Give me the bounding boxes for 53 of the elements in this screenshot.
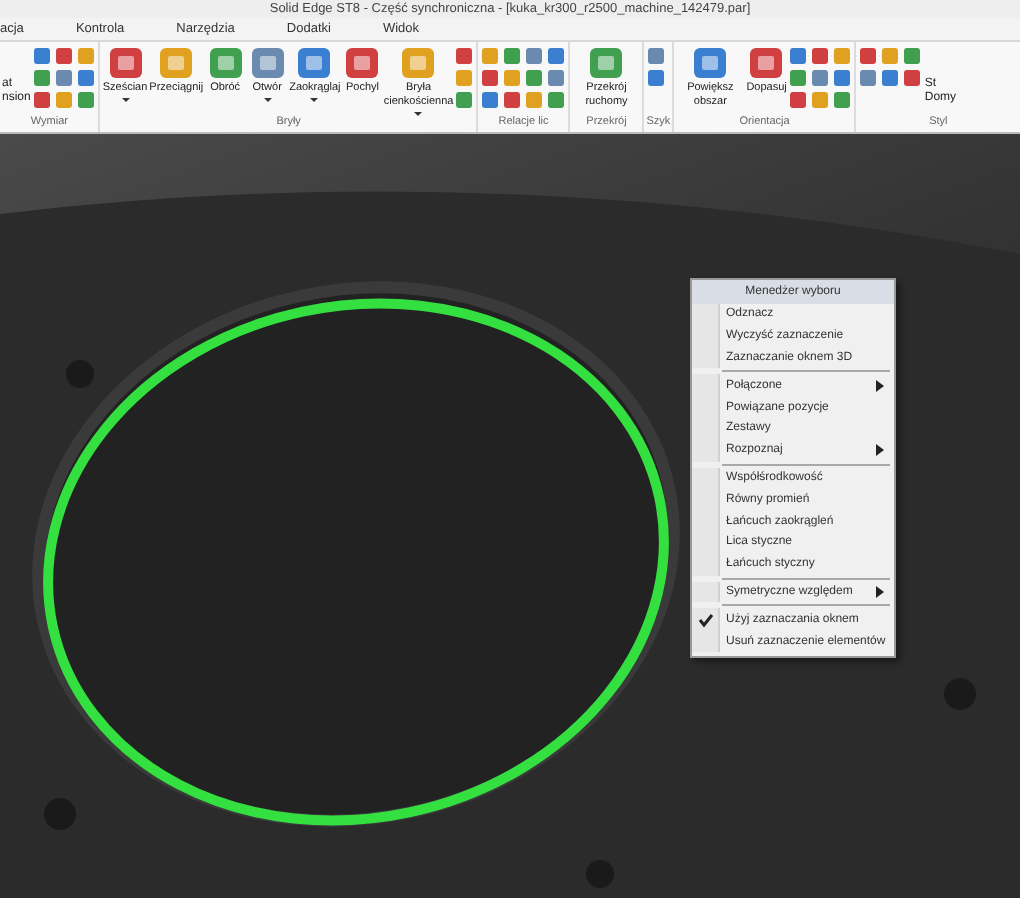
tool-icon[interactable] <box>32 46 53 66</box>
tool-icon[interactable] <box>832 90 853 110</box>
submenu-arrow-icon <box>876 379 884 392</box>
tool-icon[interactable] <box>54 46 75 66</box>
submenu-arrow-icon <box>876 444 884 457</box>
tool-icon[interactable] <box>546 68 567 88</box>
tool-icon[interactable] <box>646 68 667 88</box>
tool-icon[interactable] <box>646 46 667 66</box>
tool-icon[interactable] <box>788 68 809 88</box>
tool-icon[interactable] <box>54 90 75 110</box>
tool-icon[interactable] <box>76 68 97 88</box>
tool-icon[interactable] <box>76 46 97 66</box>
tool-icon[interactable] <box>810 90 831 110</box>
tool-icon[interactable] <box>480 46 501 66</box>
tool-icon <box>294 46 335 82</box>
tool-icon[interactable] <box>546 90 567 110</box>
tool-icon <box>156 46 197 82</box>
tool-icon[interactable] <box>880 46 901 66</box>
tool-icon[interactable] <box>832 68 853 88</box>
tool-icon[interactable] <box>76 90 97 110</box>
tool-icon[interactable] <box>480 90 501 110</box>
tool-icon[interactable] <box>524 46 545 66</box>
tool-icon[interactable] <box>788 46 809 66</box>
tool-icon[interactable] <box>54 68 75 88</box>
tool-icon[interactable] <box>858 68 879 88</box>
tool-icon <box>105 46 145 82</box>
tool-icon <box>398 46 439 82</box>
tool-icon <box>205 46 246 82</box>
tool-icon[interactable] <box>810 46 831 66</box>
tool-icon[interactable] <box>810 68 831 88</box>
tool-icon <box>247 46 288 82</box>
tool-icon[interactable] <box>902 68 923 88</box>
tool-icon[interactable] <box>880 68 901 88</box>
tool-icon <box>586 46 627 82</box>
tool-icon[interactable] <box>454 90 475 110</box>
tool-icon <box>690 46 731 82</box>
tool-icon[interactable] <box>454 46 475 66</box>
tool-icon[interactable] <box>454 68 475 88</box>
tool-icon[interactable] <box>32 90 53 110</box>
tool-icon[interactable] <box>502 68 523 88</box>
tool-icon[interactable] <box>546 46 567 66</box>
tool-icon[interactable] <box>858 46 879 66</box>
tool-icon[interactable] <box>524 68 545 88</box>
tool-icon[interactable] <box>502 90 523 110</box>
tool-icon[interactable] <box>902 46 923 66</box>
submenu-arrow-icon <box>876 585 884 598</box>
tool-icon[interactable] <box>524 90 545 110</box>
tool-icon <box>342 46 383 82</box>
tool-icon[interactable] <box>480 68 501 88</box>
tool-icon[interactable] <box>832 46 853 66</box>
tool-icon[interactable] <box>788 90 809 110</box>
tool-icon[interactable] <box>502 46 523 66</box>
tool-icon[interactable] <box>32 68 53 88</box>
